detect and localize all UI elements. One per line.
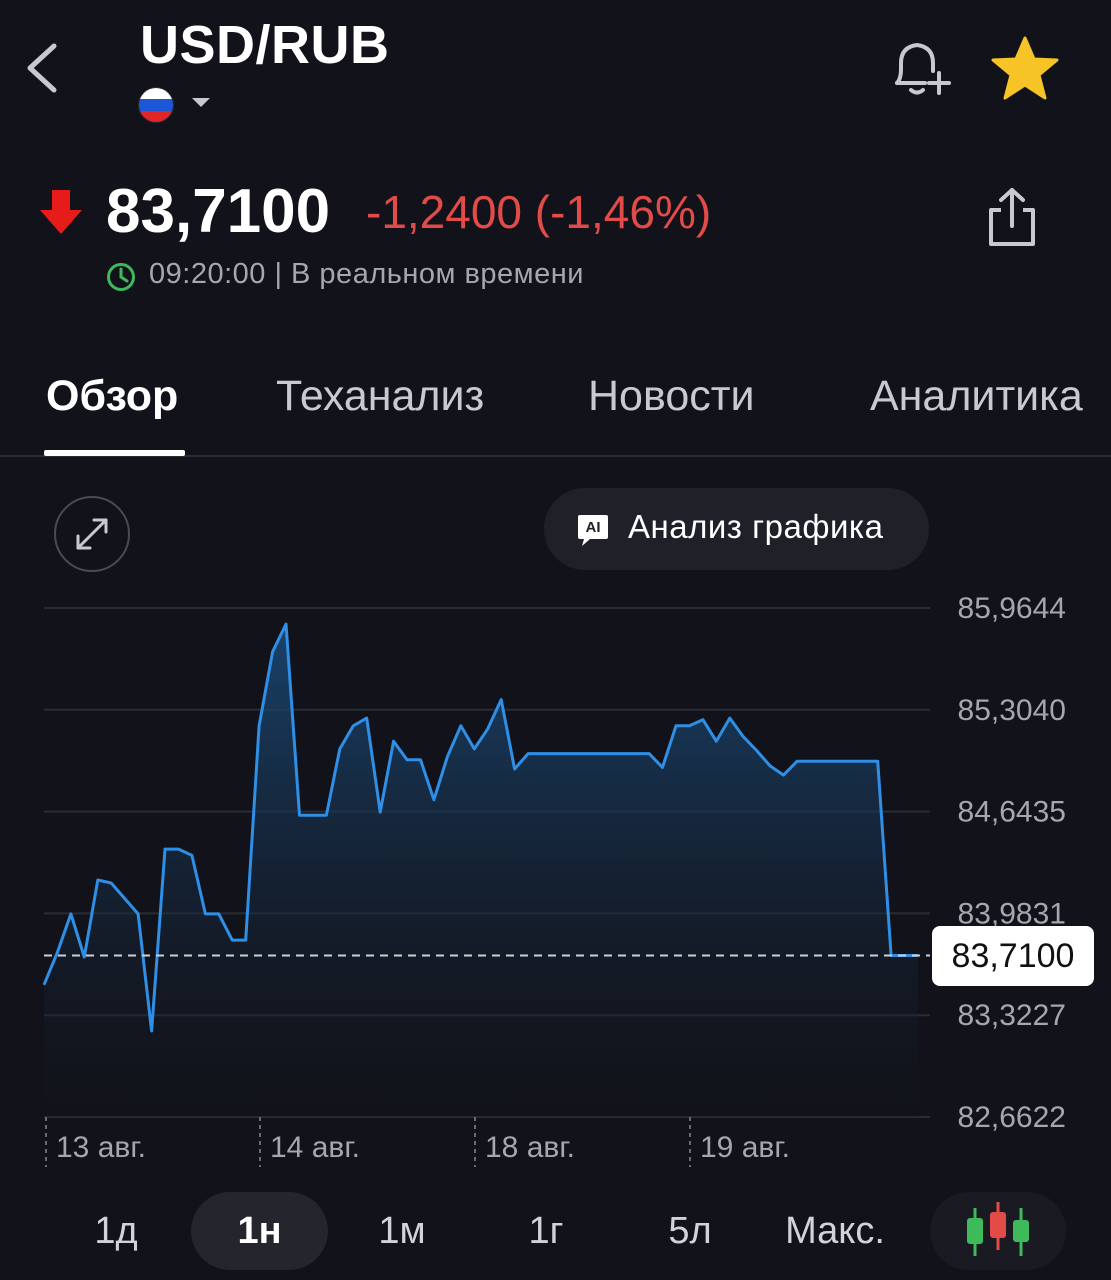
add-alert-button[interactable] [885,35,953,103]
quote-time-status: 09:20:00 | В реальном времени [149,258,584,290]
y-tick-label: 82,6622 [958,1101,1066,1134]
clock-icon [106,262,136,292]
back-button[interactable] [20,40,68,96]
tab-analytics[interactable]: Аналитика [870,372,1083,421]
last-price: 83,7100 [106,177,331,246]
bell-plus-icon [895,42,951,95]
y-tick-label: 85,3040 [958,694,1066,727]
price-change: -1,2400 (-1,46%) [366,186,712,238]
exchange-dropdown-caret-icon[interactable] [192,98,210,107]
range-1d-button[interactable]: 1д [60,1192,172,1270]
expand-chart-button[interactable] [54,496,130,572]
active-tab-indicator [44,450,185,456]
y-tick-label: 83,3227 [958,999,1066,1032]
tab-news[interactable]: Новости [588,372,754,421]
svg-text:AI: AI [586,519,601,536]
price-chart[interactable]: 85,964485,304084,643583,983183,322782,66… [0,580,1111,1180]
x-tick-label: 13 авг. [56,1131,146,1164]
expand-arrows-icon [76,518,108,550]
range-max-button[interactable]: Макс. [770,1192,900,1270]
share-button[interactable] [985,186,1039,248]
instrument-title: USD/RUB [140,15,390,75]
candlestick-icon [967,1202,1029,1256]
ai-chart-analysis-label: Анализ графика [628,508,884,545]
x-tick-label: 14 авг. [270,1131,360,1164]
share-icon [989,188,1035,246]
ai-chat-icon: AI [578,515,608,546]
star-icon [991,36,1059,100]
favorite-button[interactable] [990,34,1060,104]
tab-technical-analysis[interactable]: Теханализ [276,372,484,421]
price-area-fill [44,624,918,1117]
x-tick-label: 18 авг. [485,1131,575,1164]
chart-type-button[interactable] [930,1192,1066,1270]
current-price-badge: 83,7100 [932,926,1094,986]
ai-chart-analysis-button[interactable]: AI Анализ графика [544,488,929,570]
y-tick-label: 84,6435 [958,796,1066,829]
x-tick-label: 19 авг. [700,1131,790,1164]
range-5y-button[interactable]: 5л [634,1192,746,1270]
russia-flag-icon[interactable] [138,87,174,123]
range-1y-button[interactable]: 1г [490,1192,602,1270]
back-chevron-icon [27,43,57,93]
range-1m-button[interactable]: 1м [346,1192,458,1270]
y-tick-label: 85,9644 [958,592,1066,625]
price-down-arrow-icon [38,190,84,234]
range-1w-button[interactable]: 1н [191,1192,328,1270]
tab-overview[interactable]: Обзор [46,372,178,421]
